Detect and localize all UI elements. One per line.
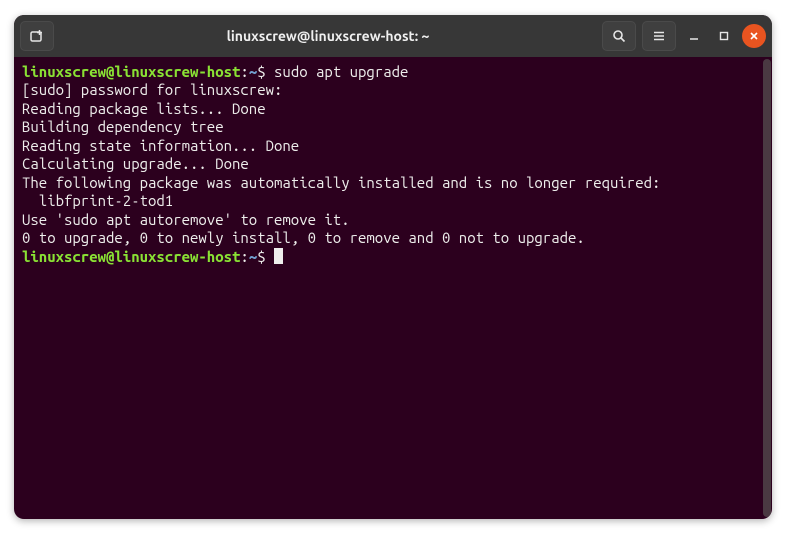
terminal-line: Calculating upgrade... Done [22,155,764,174]
terminal-line: 0 to upgrade, 0 to newly install, 0 to r… [22,229,764,248]
minimize-icon [688,30,700,42]
maximize-button[interactable] [712,24,736,48]
terminal-line: Reading package lists... Done [22,100,764,119]
new-tab-icon [29,28,45,44]
terminal-line: linuxscrew@linuxscrew-host:~$ sudo apt u… [22,63,764,82]
scrollbar[interactable] [763,59,771,517]
prompt-dollar: $ [257,248,274,265]
minimize-button[interactable] [682,24,706,48]
terminal-window: linuxscrew@linuxscrew-host: ~ [14,15,772,519]
terminal-body[interactable]: linuxscrew@linuxscrew-host:~$ sudo apt u… [14,57,772,519]
close-icon [748,30,760,42]
terminal-line: Use 'sudo apt autoremove' to remove it. [22,211,764,230]
prompt-path: ~ [249,248,257,265]
terminal-line: Building dependency tree [22,118,764,137]
command-text: sudo apt upgrade [274,63,408,80]
titlebar: linuxscrew@linuxscrew-host: ~ [14,15,772,57]
menu-button[interactable] [642,21,676,51]
search-button[interactable] [602,21,636,51]
titlebar-right [602,21,766,51]
prompt-user: linuxscrew@linuxscrew-host [22,63,240,80]
terminal-line: [sudo] password for linuxscrew: [22,81,764,100]
maximize-icon [718,30,730,42]
prompt-user: linuxscrew@linuxscrew-host [22,248,240,265]
terminal-line: The following package was automatically … [22,174,764,193]
terminal-line: linuxscrew@linuxscrew-host:~$ [22,248,764,267]
new-tab-button[interactable] [20,21,54,51]
search-icon [611,28,627,44]
window-title: linuxscrew@linuxscrew-host: ~ [60,28,596,44]
prompt-colon: : [240,63,248,80]
prompt-dollar: $ [257,63,274,80]
cursor [274,248,283,264]
close-button[interactable] [742,24,766,48]
hamburger-icon [651,28,667,44]
terminal-line: libfprint-2-tod1 [22,192,764,211]
prompt-path: ~ [249,63,257,80]
prompt-colon: : [240,248,248,265]
terminal-line: Reading state information... Done [22,137,764,156]
